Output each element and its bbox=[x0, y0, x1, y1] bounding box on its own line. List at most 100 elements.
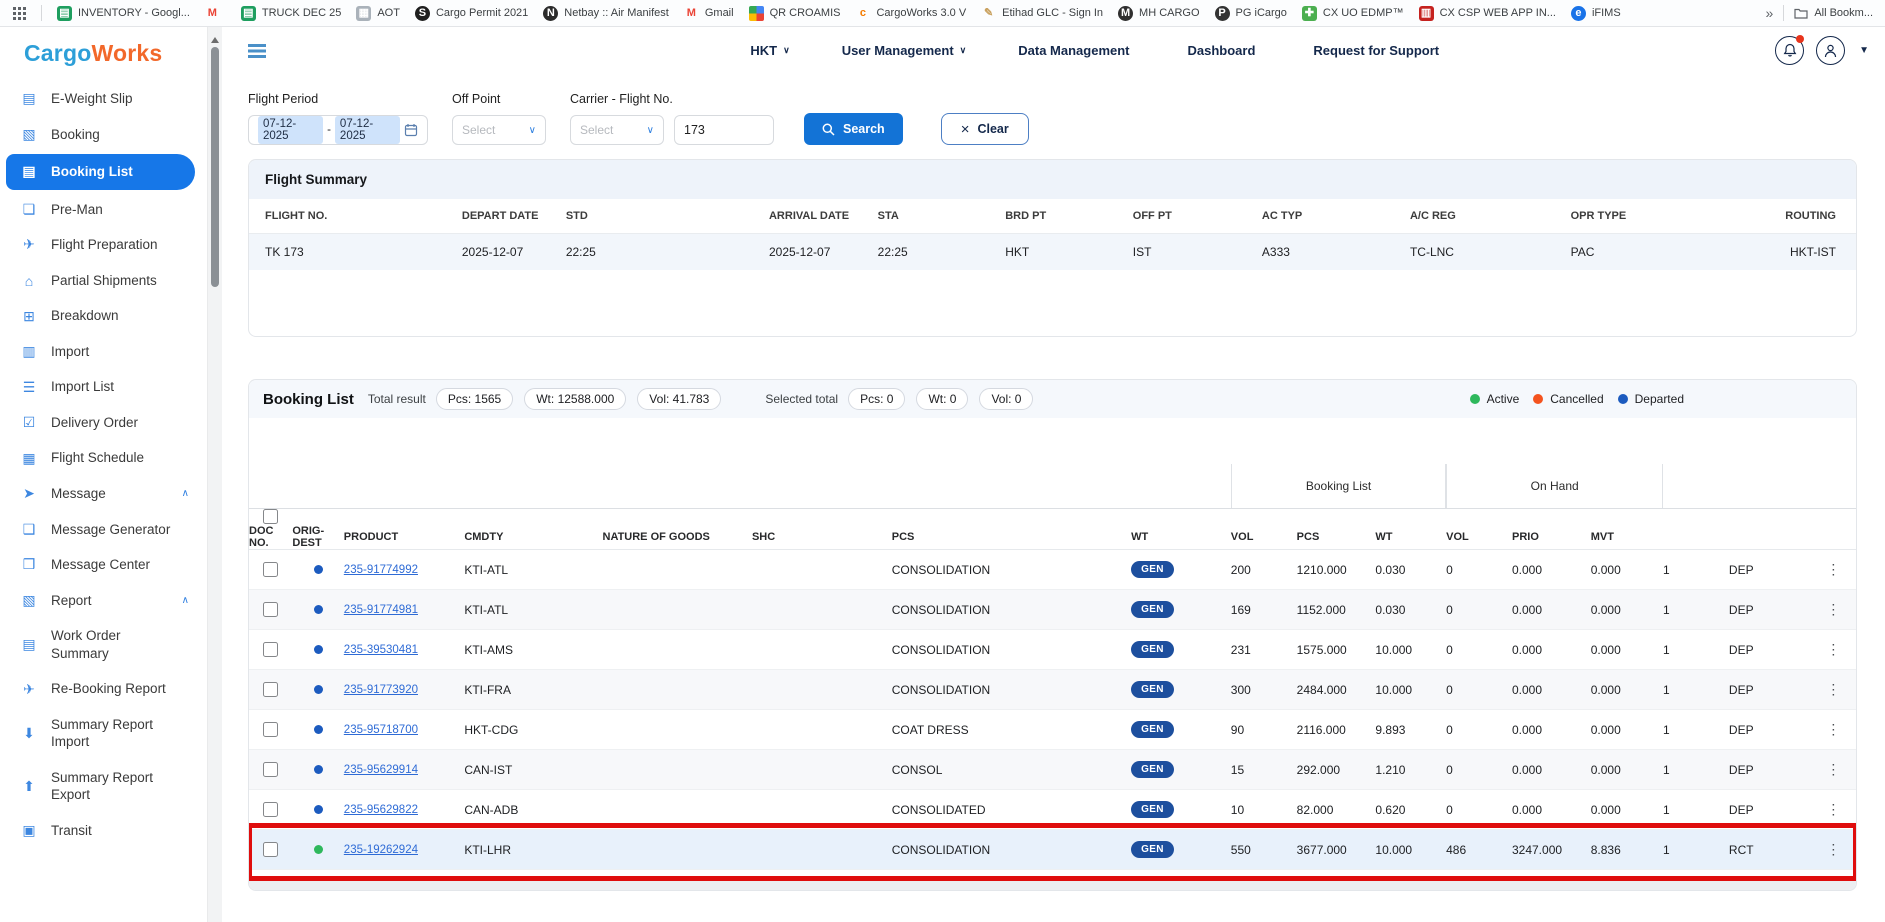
row-checkbox[interactable] bbox=[263, 762, 278, 777]
nav-item[interactable]: Data Management bbox=[1018, 43, 1135, 58]
bookmark-item[interactable]: e iFIMS bbox=[1571, 6, 1621, 21]
bookmarks-overflow-chevron[interactable]: » bbox=[1766, 5, 1774, 21]
bookmark-item[interactable]: S Cargo Permit 2021 bbox=[415, 6, 528, 21]
sidebar-item[interactable]: ▤ Booking List bbox=[6, 154, 195, 190]
doc-link[interactable]: 235-95718700 bbox=[344, 724, 465, 736]
nav-item[interactable]: HKT ∨ bbox=[750, 43, 789, 58]
bookmark-item[interactable]: ▥ CX CSP WEB APP IN... bbox=[1419, 6, 1556, 21]
cell-onhand-wt: 0.000 bbox=[1512, 683, 1591, 697]
bookmark-item[interactable]: ▦ AOT bbox=[356, 6, 400, 21]
sidebar-item[interactable]: ▥ Import bbox=[0, 334, 207, 370]
hamburger-menu-icon[interactable] bbox=[248, 44, 266, 58]
table-row[interactable]: 235-39530481 KTI-AMS CONSOLIDATION GEN 2… bbox=[249, 630, 1856, 670]
sidebar-item[interactable]: ▤ E-Weight Slip bbox=[0, 81, 207, 117]
apps-grid-icon[interactable] bbox=[12, 6, 26, 20]
row-actions-kebab-icon[interactable]: ⋮ bbox=[1811, 801, 1856, 818]
bookmark-item[interactable]: M Gmail bbox=[684, 6, 734, 21]
sidebar-item[interactable]: ✈ Re-Booking Report bbox=[0, 671, 207, 707]
sidebar-item[interactable]: ▣ Transit bbox=[0, 813, 207, 849]
bookmark-item[interactable]: QR CROAMIS bbox=[749, 6, 841, 21]
bookmark-label: Etihad GLC - Sign In bbox=[1002, 7, 1103, 19]
user-menu-caret[interactable]: ▼ bbox=[1859, 45, 1869, 56]
horizontal-scrollbar[interactable] bbox=[249, 876, 1856, 890]
sidebar-item[interactable]: ⬇ Summary Report Import bbox=[0, 707, 207, 760]
sidebar-item[interactable]: ⊞ Breakdown bbox=[0, 298, 207, 334]
flight-summary-row[interactable]: TK 1732025-12-0722:252025-12-0722:25HKTI… bbox=[249, 233, 1856, 270]
all-bookmarks-button[interactable]: All Bookm... bbox=[1794, 7, 1873, 19]
cell-prio: 1 bbox=[1663, 803, 1729, 817]
column-header: PRODUCT bbox=[344, 531, 465, 543]
row-actions-kebab-icon[interactable]: ⋮ bbox=[1811, 641, 1856, 658]
doc-link[interactable]: 235-91774981 bbox=[344, 604, 465, 616]
bookmark-item[interactable]: P PG iCargo bbox=[1215, 6, 1287, 21]
doc-link[interactable]: 235-91774992 bbox=[344, 564, 465, 576]
sidebar-item[interactable]: ▦ Flight Schedule bbox=[0, 440, 207, 476]
table-row[interactable]: 235-91774992 KTI-ATL CONSOLIDATION GEN 2… bbox=[249, 550, 1856, 590]
sidebar-item[interactable]: ➤ Message ∧ bbox=[0, 476, 207, 512]
sidebar-item[interactable]: ❒ Message Center bbox=[0, 547, 207, 583]
sidebar-item[interactable]: ❏ Pre-Man bbox=[0, 192, 207, 228]
row-actions-kebab-icon[interactable]: ⋮ bbox=[1811, 721, 1856, 738]
table-row[interactable]: 235-91774981 KTI-ATL CONSOLIDATION GEN 1… bbox=[249, 590, 1856, 630]
bookmark-item[interactable]: ✚ CX UO EDMP™ bbox=[1302, 6, 1404, 21]
nav-item[interactable]: Dashboard bbox=[1188, 43, 1262, 58]
sidebar-item[interactable]: ⬆ Summary Report Export bbox=[0, 760, 207, 813]
bookmark-item[interactable]: c CargoWorks 3.0 V bbox=[855, 6, 966, 21]
date-to-chip[interactable]: 07-12-2025 bbox=[335, 116, 400, 144]
table-row[interactable]: 235-19262924 KTI-LHR CONSOLIDATION GEN 5… bbox=[249, 830, 1856, 870]
row-checkbox[interactable] bbox=[263, 562, 278, 577]
doc-link[interactable]: 235-95629914 bbox=[344, 764, 465, 776]
off-point-select[interactable]: Select ∨ bbox=[452, 115, 546, 145]
row-checkbox[interactable] bbox=[263, 602, 278, 617]
flight-no-input[interactable] bbox=[674, 115, 774, 145]
nav-item[interactable]: Request for Support bbox=[1313, 43, 1445, 58]
table-row[interactable]: 235-95718700 HKT-CDG COAT DRESS GEN 90 2… bbox=[249, 710, 1856, 750]
table-row[interactable]: 235-95629914 CAN-IST CONSOL GEN 15 292.0… bbox=[249, 750, 1856, 790]
header-checkbox[interactable] bbox=[263, 509, 278, 524]
scrollbar-thumb[interactable] bbox=[211, 47, 219, 287]
sidebar-item[interactable]: ▧ Report ∧ bbox=[0, 583, 207, 619]
carrier-select[interactable]: Select ∨ bbox=[570, 115, 664, 145]
row-actions-kebab-icon[interactable]: ⋮ bbox=[1811, 841, 1856, 858]
row-checkbox[interactable] bbox=[263, 842, 278, 857]
row-checkbox[interactable] bbox=[263, 802, 278, 817]
doc-link[interactable]: 235-19262924 bbox=[344, 844, 465, 856]
bookmark-item[interactable]: N Netbay :: Air Manifest bbox=[543, 6, 669, 21]
row-actions-kebab-icon[interactable]: ⋮ bbox=[1811, 761, 1856, 778]
row-checkbox[interactable] bbox=[263, 682, 278, 697]
table-row[interactable]: 235-95629822 CAN-ADB CONSOLIDATED GEN 10… bbox=[249, 790, 1856, 830]
bookmark-item[interactable]: ▤ TRUCK DEC 25 bbox=[241, 6, 341, 21]
row-actions-kebab-icon[interactable]: ⋮ bbox=[1811, 561, 1856, 578]
doc-link[interactable]: 235-95629822 bbox=[344, 804, 465, 816]
search-button[interactable]: Search bbox=[804, 113, 903, 145]
row-checkbox[interactable] bbox=[263, 642, 278, 657]
cell-nature-of-goods: CONSOL bbox=[892, 763, 1131, 777]
sidebar-item[interactable]: ☰ Import List bbox=[0, 369, 207, 405]
all-bookmarks-label: All Bookm... bbox=[1814, 7, 1873, 19]
bookmark-item[interactable]: M MH CARGO bbox=[1118, 6, 1200, 21]
sidebar-item[interactable]: ▧ Booking bbox=[0, 117, 207, 153]
doc-link[interactable]: 235-39530481 bbox=[344, 644, 465, 656]
user-avatar[interactable] bbox=[1816, 36, 1845, 65]
row-checkbox[interactable] bbox=[263, 722, 278, 737]
sidebar-item[interactable]: ❑ Message Generator bbox=[0, 512, 207, 548]
bookmark-item[interactable]: ✎ Etihad GLC - Sign In bbox=[981, 6, 1103, 21]
doc-link[interactable]: 235-91773920 bbox=[344, 684, 465, 696]
scrollbar-up-arrow[interactable] bbox=[211, 33, 219, 43]
sidebar-item[interactable]: ▤ Work Order Summary bbox=[0, 618, 207, 671]
clear-button[interactable]: × Clear bbox=[941, 113, 1029, 145]
calendar-icon[interactable] bbox=[404, 123, 418, 137]
notifications-button[interactable] bbox=[1775, 36, 1804, 65]
row-actions-kebab-icon[interactable]: ⋮ bbox=[1811, 601, 1856, 618]
sidebar-item[interactable]: ☑ Delivery Order bbox=[0, 405, 207, 441]
nav-item[interactable]: User Management ∨ bbox=[842, 43, 967, 58]
sidebar-scrollbar[interactable] bbox=[207, 27, 222, 922]
date-range-input[interactable]: 07-12-2025 - 07-12-2025 bbox=[248, 115, 428, 145]
table-row[interactable]: 235-91773920 KTI-FRA CONSOLIDATION GEN 3… bbox=[249, 670, 1856, 710]
sidebar-item[interactable]: ✈ Flight Preparation bbox=[0, 227, 207, 263]
bookmark-item[interactable]: ▤ INVENTORY - Googl... bbox=[57, 6, 190, 21]
bookmark-item[interactable]: M bbox=[205, 6, 226, 21]
date-from-chip[interactable]: 07-12-2025 bbox=[258, 116, 323, 144]
sidebar-item[interactable]: ⌂ Partial Shipments bbox=[0, 263, 207, 299]
row-actions-kebab-icon[interactable]: ⋮ bbox=[1811, 681, 1856, 698]
